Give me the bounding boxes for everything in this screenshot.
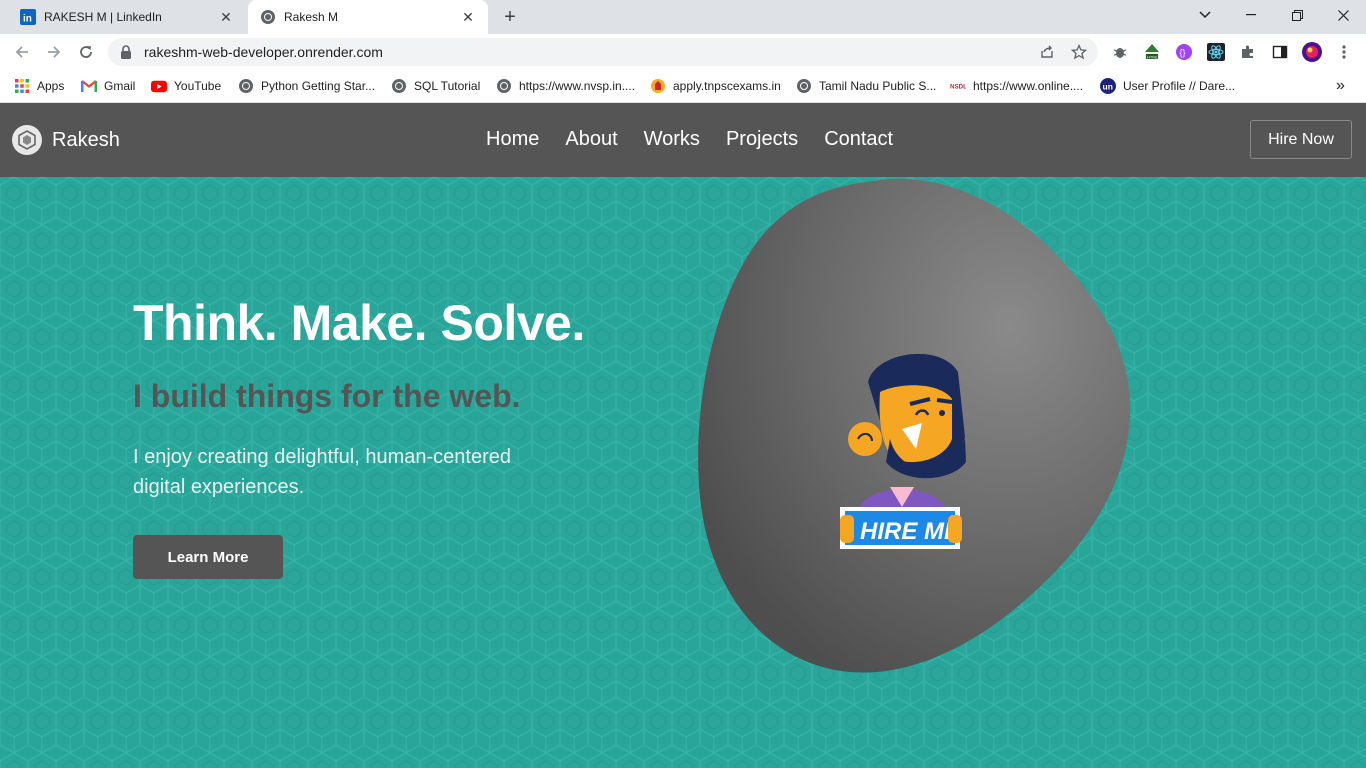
puzzle-extensions-icon[interactable]: [1238, 42, 1258, 62]
tab-strip: in RAKESH M | LinkedIn ✕ Rakesh M ✕ +: [0, 0, 1366, 34]
bookmark-label: Apps: [37, 79, 65, 93]
svg-text:un: un: [1103, 82, 1113, 92]
minimize-icon[interactable]: [1228, 0, 1274, 30]
tab-linkedin[interactable]: in RAKESH M | LinkedIn ✕: [8, 0, 246, 34]
bookmark-nvsp[interactable]: https://www.nvsp.in....: [496, 75, 635, 97]
gmail-icon: [81, 78, 97, 94]
purple-extension-icon[interactable]: {}: [1174, 42, 1194, 62]
bookmark-label: YouTube: [174, 79, 222, 93]
bookmark-label: https://www.nvsp.in....: [519, 79, 636, 93]
react-devtools-icon[interactable]: [1206, 42, 1226, 62]
tab-rakesh[interactable]: Rakesh M ✕: [248, 0, 488, 34]
html-extension-icon[interactable]: HTML: [1142, 42, 1162, 62]
tab-search-icon[interactable]: [1182, 0, 1228, 30]
share-icon[interactable]: [1038, 43, 1056, 61]
bookmark-label: User Profile // Dare...: [1123, 79, 1236, 93]
globe-icon: [260, 9, 276, 25]
profile-avatar-icon[interactable]: [1302, 42, 1322, 62]
hire-now-button[interactable]: Hire Now: [1250, 120, 1352, 159]
back-icon[interactable]: [10, 40, 34, 64]
youtube-icon: [151, 78, 167, 94]
tab-title: Rakesh M: [284, 10, 339, 24]
bookmark-star-icon[interactable]: [1070, 43, 1088, 61]
nav-projects[interactable]: Projects: [726, 128, 798, 151]
bookmarks-bar: Apps Gmail YouTube Python Getting Star..…: [0, 70, 1366, 103]
website-viewport: Rakesh Home About Works Projects Contact…: [0, 103, 1366, 768]
nav-about[interactable]: About: [565, 128, 617, 151]
side-panel-icon[interactable]: [1270, 42, 1290, 62]
hero-subheadline: I build things for the web.: [133, 378, 521, 414]
nsdl-icon: NSDL: [950, 78, 966, 94]
reload-icon[interactable]: [74, 40, 98, 64]
bookmark-apps[interactable]: Apps: [14, 75, 64, 97]
bug-extension-icon[interactable]: [1110, 42, 1130, 62]
chrome-menu-icon[interactable]: [1334, 42, 1354, 62]
logo-icon: [12, 125, 42, 155]
address-bar[interactable]: rakeshm-web-developer.onrender.com: [108, 38, 1098, 66]
hero-section: Think. Make. Solve. I build things for t…: [0, 177, 1366, 768]
nav-home[interactable]: Home: [486, 128, 539, 151]
linkedin-icon: in: [20, 9, 36, 25]
bookmark-label: SQL Tutorial: [414, 79, 481, 93]
bookmark-label: Gmail: [104, 79, 136, 93]
brand[interactable]: Rakesh: [12, 125, 120, 155]
bookmark-python[interactable]: Python Getting Star...: [238, 75, 375, 97]
new-tab-button[interactable]: +: [498, 5, 522, 29]
bookmark-gmail[interactable]: Gmail: [81, 75, 135, 97]
close-tab-icon[interactable]: ✕: [218, 9, 234, 25]
hero-description: I enjoy creating delightful, human-cente…: [133, 446, 512, 498]
forward-icon[interactable]: [42, 40, 66, 64]
emblem-icon: [650, 78, 666, 94]
apps-grid-icon: [14, 78, 30, 94]
svg-text:in: in: [23, 14, 32, 25]
hire-me-sign-text: HIRE ME: [860, 518, 961, 545]
bookmark-tnpsc[interactable]: apply.tnpscexams.in: [650, 75, 781, 97]
bookmark-user-profile[interactable]: un User Profile // Dare...: [1100, 75, 1235, 97]
brand-name: Rakesh: [52, 128, 120, 151]
hero-illustration: HIRE ME: [698, 178, 1131, 673]
svg-text:HTML: HTML: [1147, 54, 1159, 59]
bookmark-label: Tamil Nadu Public S...: [819, 79, 937, 93]
learn-more-button[interactable]: Learn More: [133, 535, 283, 579]
more-bookmarks-button[interactable]: »: [1336, 75, 1345, 97]
globe-icon: [496, 78, 512, 94]
bookmark-sql[interactable]: SQL Tutorial: [391, 75, 480, 97]
un-icon: un: [1100, 78, 1116, 94]
nav-contact[interactable]: Contact: [824, 128, 893, 151]
url-text: rakeshm-web-developer.onrender.com: [144, 44, 383, 60]
site-navbar: Rakesh Home About Works Projects Contact…: [0, 103, 1366, 177]
bookmark-label: Python Getting Star...: [261, 79, 376, 93]
bookmark-youtube[interactable]: YouTube: [151, 75, 221, 97]
bookmark-label: apply.tnpscexams.in: [673, 79, 781, 93]
main-menu: Home About Works Projects Contact: [486, 128, 919, 151]
bookmark-online[interactable]: NSDL https://www.online....: [950, 75, 1083, 97]
bookmark-tamilnadu[interactable]: Tamil Nadu Public S...: [796, 75, 936, 97]
close-tab-icon[interactable]: ✕: [460, 9, 476, 25]
bookmark-label: https://www.online....: [973, 79, 1084, 93]
globe-icon: [238, 78, 254, 94]
nav-works[interactable]: Works: [644, 128, 700, 151]
close-window-icon[interactable]: [1320, 0, 1366, 30]
lock-icon: [120, 45, 134, 59]
hero-headline: Think. Make. Solve.: [133, 295, 585, 351]
globe-icon: [796, 78, 812, 94]
restore-icon[interactable]: [1274, 0, 1320, 30]
tab-title: RAKESH M | LinkedIn: [44, 10, 162, 24]
svg-text:{}: {}: [1180, 48, 1186, 58]
svg-text:NSDL: NSDL: [950, 84, 966, 91]
globe-icon: [391, 78, 407, 94]
browser-toolbar: rakeshm-web-developer.onrender.com HTML …: [0, 34, 1366, 70]
